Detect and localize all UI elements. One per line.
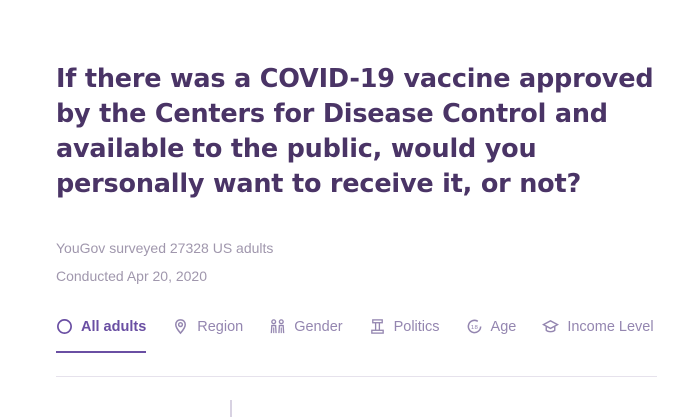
tab-income-level[interactable]: Income Level bbox=[542, 318, 654, 343]
tab-label: Gender bbox=[294, 318, 343, 335]
tab-gender[interactable]: Gender bbox=[269, 318, 343, 343]
tab-politics[interactable]: Politics bbox=[369, 318, 440, 343]
circle-icon bbox=[56, 318, 73, 335]
survey-info: YouGov surveyed 27328 US adults bbox=[56, 240, 274, 256]
gender-icon bbox=[269, 318, 286, 335]
svg-text:18: 18 bbox=[470, 325, 478, 331]
age-icon: 18 bbox=[466, 318, 483, 335]
survey-question: If there was a COVID-19 vaccine approved… bbox=[56, 64, 654, 199]
conducted-date: Conducted Apr 20, 2020 bbox=[56, 268, 208, 284]
survey-page: If there was a COVID-19 vaccine approved… bbox=[0, 0, 686, 417]
breakdown-tabs: All adults Region Gender Politics 18 Age bbox=[56, 318, 657, 353]
tab-region[interactable]: Region bbox=[172, 318, 243, 343]
section-divider bbox=[56, 376, 657, 377]
map-pin-icon bbox=[172, 318, 189, 335]
income-icon bbox=[542, 318, 560, 335]
politics-icon bbox=[369, 318, 386, 335]
tab-age[interactable]: 18 Age bbox=[466, 318, 517, 343]
tab-label: Region bbox=[197, 318, 244, 335]
tab-label: Age bbox=[490, 318, 517, 335]
tab-label: All adults bbox=[81, 318, 147, 335]
tab-all-adults[interactable]: All adults bbox=[56, 318, 147, 353]
tab-label: Income Level bbox=[567, 318, 654, 335]
chart-axis-line bbox=[230, 400, 232, 417]
tab-label: Politics bbox=[393, 318, 440, 335]
